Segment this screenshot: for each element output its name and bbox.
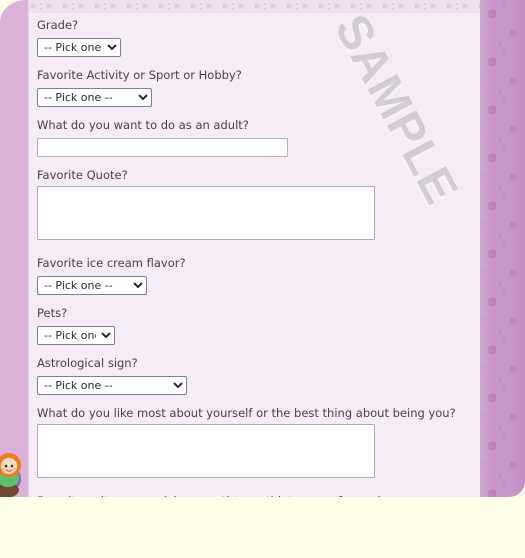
- field-astrological-sign: Astrological sign? -- Pick one --: [37, 351, 477, 401]
- textarea-favorite-quote[interactable]: [37, 186, 375, 240]
- field-adult-goal: What do you want to do as an adult?: [37, 113, 477, 163]
- character-avatar-icon: [0, 449, 26, 498]
- select-ice-cream[interactable]: -- Pick one --: [37, 276, 147, 295]
- label-pets: Pets?: [37, 306, 68, 320]
- select-grade[interactable]: -- Pick one --: [37, 38, 121, 57]
- select-astrological-sign[interactable]: -- Pick one --: [37, 376, 187, 395]
- field-grade: Grade? -- Pick one --: [37, 13, 477, 63]
- select-activity[interactable]: -- Pick one --: [37, 88, 152, 107]
- field-ice-cream: Favorite ice cream flavor? -- Pick one -…: [37, 251, 477, 301]
- label-astrological-sign: Astrological sign?: [37, 356, 138, 370]
- label-favorite-quote: Favorite Quote?: [37, 168, 128, 182]
- input-adult-goal[interactable]: [37, 138, 288, 157]
- label-adult-goal: What do you want to do as an adult?: [37, 118, 249, 132]
- field-activity: Favorite Activity or Sport or Hobby? -- …: [37, 63, 477, 113]
- field-favorite-quote: Favorite Quote?: [37, 163, 477, 251]
- left-decorative-strip: [0, 0, 29, 497]
- label-activity: Favorite Activity or Sport or Hobby?: [37, 68, 242, 82]
- field-pets: Pets? -- Pick one --: [37, 301, 477, 351]
- field-favorite-performer: Favorite writer or musician or artist or…: [37, 489, 477, 497]
- strip-gloss: [480, 0, 525, 497]
- label-grade: Grade?: [37, 18, 79, 32]
- page-root: Grade? -- Pick one -- Favorite Activity …: [0, 0, 525, 558]
- label-ice-cream: Favorite ice cream flavor?: [37, 256, 186, 270]
- textarea-best-thing[interactable]: [37, 424, 375, 478]
- form-card: Grade? -- Pick one -- Favorite Activity …: [0, 0, 525, 497]
- select-pets[interactable]: -- Pick one --: [37, 326, 115, 345]
- profile-form: Grade? -- Pick one -- Favorite Activity …: [37, 13, 477, 497]
- label-favorite-performer: Favorite writer or musician or artist or…: [37, 489, 477, 497]
- label-best-thing: What do you like most about yourself or …: [37, 406, 456, 420]
- top-dotted-border: [29, 0, 480, 13]
- right-decorative-strip: [480, 0, 525, 497]
- form-content-panel: Grade? -- Pick one -- Favorite Activity …: [29, 0, 480, 497]
- field-best-thing: What do you like most about yourself or …: [37, 401, 477, 489]
